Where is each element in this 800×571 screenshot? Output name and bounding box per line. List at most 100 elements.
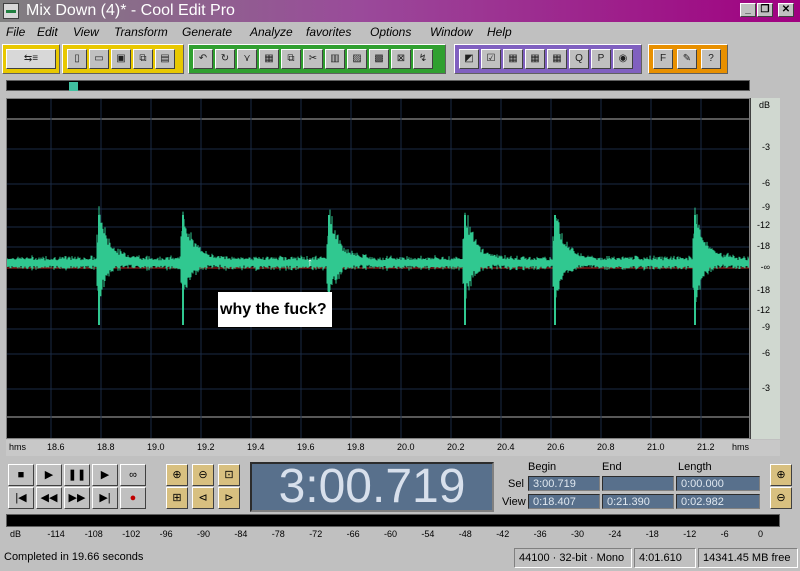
title-bar: Mix Down (4)* - Cool Edit Pro _ ❐ ✕ <box>0 0 800 22</box>
zoom-selection-icon[interactable]: ⊞ <box>166 487 188 509</box>
level-meter-label: -114 <box>47 529 65 539</box>
overview-bar[interactable] <box>6 80 750 91</box>
loop-button[interactable]: ∞ <box>120 464 146 486</box>
spectral-icon[interactable]: ▦ <box>547 49 567 69</box>
status-duration: 4:01.610 <box>634 548 696 568</box>
script-edit-icon[interactable]: ✎ <box>677 49 697 69</box>
envelope-icon[interactable]: ⋎ <box>237 49 257 69</box>
mixer-icon[interactable]: ▦ <box>525 49 545 69</box>
redo-icon[interactable]: ↻ <box>215 49 235 69</box>
mix-paste-icon[interactable]: ▩ <box>369 49 389 69</box>
sel-label: Sel <box>508 478 524 490</box>
sel-end-field[interactable] <box>602 476 674 491</box>
menu-help[interactable]: Help <box>487 22 512 42</box>
open-icon[interactable]: ▭ <box>89 49 109 69</box>
paste-new-icon[interactable]: ▨ <box>347 49 367 69</box>
play-to-end-button[interactable]: ▶ <box>92 464 118 486</box>
time-ruler[interactable]: hms hms 18.6 18.8 19.0 19.2 19.4 19.6 19… <box>6 440 780 456</box>
time-tick: 19.0 <box>147 442 165 452</box>
app-icon[interactable] <box>3 3 19 19</box>
paste-icon[interactable]: ▥ <box>325 49 345 69</box>
script-icon[interactable]: ◉ <box>613 49 633 69</box>
go-to-start-button[interactable]: |◀ <box>8 487 34 509</box>
level-meter-label: -48 <box>458 529 472 539</box>
zoom-controls: ⊕ ⊖ ⊡ ⊞ ⊲ ⊳ <box>164 462 244 512</box>
pause-button[interactable]: ❚❚ <box>64 464 90 486</box>
zoom-out-icon[interactable]: ⊖ <box>192 464 214 486</box>
db-label: -3 <box>761 383 770 393</box>
level-meter: dB -114 -108 -102 -96 -90 -84 -78 -72 -66 -60 -54 -4… <box>6 514 780 544</box>
time-tick: 21.2 <box>697 442 715 452</box>
menu-window[interactable]: Window <box>430 22 473 42</box>
level-meter-label: -108 <box>84 529 103 539</box>
copy-icon[interactable]: ⧉ <box>281 49 301 69</box>
close-file-icon[interactable]: ▤ <box>155 49 175 69</box>
menu-view[interactable]: View <box>73 22 99 42</box>
zoom-out-vertical-icon[interactable]: ⊖ <box>770 487 792 509</box>
close-button[interactable]: ✕ <box>778 3 794 17</box>
trim-icon[interactable]: ↯ <box>413 49 433 69</box>
cd-icon[interactable]: P <box>591 49 611 69</box>
menu-file[interactable]: File <box>6 22 25 42</box>
end-header: End <box>602 461 622 473</box>
play-button[interactable]: ▶ <box>36 464 62 486</box>
minimize-button[interactable]: _ <box>740 3 756 17</box>
rewind-button[interactable]: ◀◀ <box>36 487 62 509</box>
view-label: View <box>502 496 526 508</box>
zoom-in-icon[interactable]: ⊕ <box>166 464 188 486</box>
favorite-icon[interactable]: F <box>653 49 673 69</box>
save-as-icon[interactable]: ⧉ <box>133 49 153 69</box>
zoom-in-vertical-icon[interactable]: ⊕ <box>770 464 792 486</box>
menu-transform[interactable]: Transform <box>114 22 168 42</box>
level-meter-label: 0 <box>758 529 764 539</box>
level-meter-label: -12 <box>683 529 697 539</box>
level-meter-bar <box>6 514 780 527</box>
sel-begin-field[interactable]: 3:00.719 <box>528 476 600 491</box>
grid-icon[interactable]: ▦ <box>259 49 279 69</box>
multitrack-icon[interactable]: ⇆≡ <box>6 49 56 69</box>
record-button[interactable]: ● <box>120 487 146 509</box>
info-icon[interactable]: Q <box>569 49 589 69</box>
waveform-trace <box>7 206 749 311</box>
frequency-icon[interactable]: ◩ <box>459 49 479 69</box>
view-begin-field[interactable]: 0:18.407 <box>528 494 600 509</box>
sel-length-field[interactable]: 0:00.000 <box>676 476 760 491</box>
waveform-display[interactable]: ↑ <box>6 98 750 439</box>
undo-icon[interactable]: ↶ <box>193 49 213 69</box>
db-label: -∞ <box>760 262 770 272</box>
begin-header: Begin <box>528 461 557 473</box>
zoom-left-icon[interactable]: ⊲ <box>192 487 214 509</box>
level-meter-label: -90 <box>197 529 211 539</box>
help-icon[interactable]: ? <box>701 49 721 69</box>
menu-favorites[interactable]: favorites <box>306 22 351 42</box>
menu-bar: File Edit View Transform Generate Analyz… <box>0 22 800 42</box>
view-length-field[interactable]: 0:02.982 <box>676 494 760 509</box>
toolbar: ⇆≡ ▯ ▭ ▣ ⧉ ▤ ↶ ↻ ⋎ ▦ ⧉ ✂ ▥ ▨ ▩ ⊠ ↯ ◩ ☑ ▦… <box>0 43 800 75</box>
restore-button[interactable]: ❐ <box>757 3 773 17</box>
new-icon[interactable]: ▯ <box>67 49 87 69</box>
fast-forward-button[interactable]: ▶▶ <box>64 487 90 509</box>
time-ruler-unit: hms <box>9 442 27 452</box>
menu-edit[interactable]: Edit <box>37 22 58 42</box>
cue-icon[interactable]: ▦ <box>503 49 523 69</box>
save-icon[interactable]: ▣ <box>111 49 131 69</box>
time-tick: 19.4 <box>247 442 265 452</box>
stop-button[interactable]: ■ <box>8 464 34 486</box>
time-tick: 20.0 <box>397 442 415 452</box>
menu-options[interactable]: Options <box>370 22 411 42</box>
zoom-full-icon[interactable]: ⊡ <box>218 464 240 486</box>
cut-icon[interactable]: ✂ <box>303 49 323 69</box>
window-title: Mix Down (4)* - Cool Edit Pro <box>26 2 235 19</box>
crop-icon[interactable]: ⊠ <box>391 49 411 69</box>
menu-generate[interactable]: Generate <box>182 22 232 42</box>
marker-icon[interactable]: ☑ <box>481 49 501 69</box>
level-meter-label: -42 <box>496 529 510 539</box>
overview-thumb[interactable] <box>69 82 78 91</box>
view-end-field[interactable]: 0:21.390 <box>602 494 674 509</box>
annotation-text: why the fuck? <box>218 292 332 327</box>
level-meter-label: -84 <box>234 529 248 539</box>
db-label: -18 <box>756 285 770 295</box>
zoom-right-icon[interactable]: ⊳ <box>218 487 240 509</box>
go-to-end-button[interactable]: ▶| <box>92 487 118 509</box>
menu-analyze[interactable]: Analyze <box>250 22 293 42</box>
